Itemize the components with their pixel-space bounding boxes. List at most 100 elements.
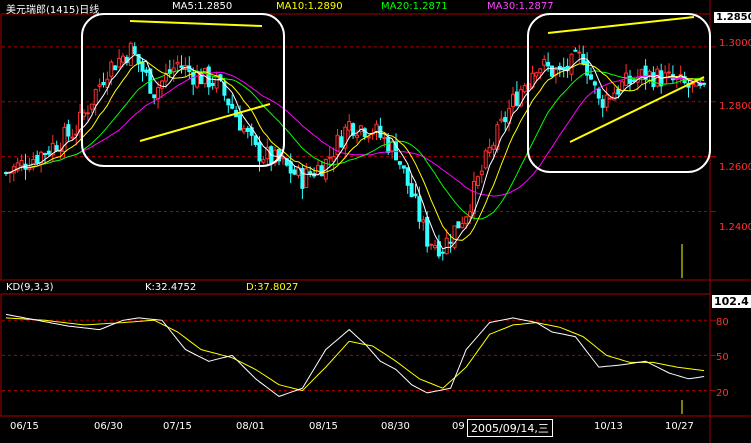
candle-body xyxy=(238,114,242,131)
candle-body xyxy=(401,165,406,169)
candle-body xyxy=(175,61,180,65)
d-line xyxy=(5,317,705,392)
candle-body xyxy=(448,241,453,244)
chart-title: 美元瑞郎(1415)日线 xyxy=(6,5,100,16)
kd-tick-80: 80 xyxy=(716,317,729,328)
price-panel-frame xyxy=(0,13,711,281)
date-tick-1: 06/15 xyxy=(10,421,39,432)
candle-body xyxy=(144,69,149,73)
trendline-top-left xyxy=(129,20,263,27)
candle-body xyxy=(140,61,145,72)
candle-body xyxy=(421,219,426,223)
candle-body xyxy=(97,84,102,88)
candle-body xyxy=(121,55,125,63)
candle-body xyxy=(199,71,203,85)
candle-body xyxy=(491,144,496,150)
candle-body xyxy=(573,49,578,52)
candle-body xyxy=(191,72,196,85)
candle-body xyxy=(339,136,344,148)
candle-body xyxy=(70,136,75,139)
candle-body xyxy=(62,126,67,153)
ma10-value: MA10:1.2890 xyxy=(276,1,343,12)
candle-body xyxy=(569,53,574,75)
candle-body xyxy=(101,81,106,86)
chart-window: 美元瑞郎(1415)日线 MA5:1.2850 MA10:1.2890 MA20… xyxy=(0,0,751,443)
current-price-label: 1.2850 xyxy=(714,12,751,23)
date-tick-2: 06/30 xyxy=(94,421,123,432)
candle-body xyxy=(355,134,359,138)
candle-body xyxy=(522,85,527,93)
candle-body xyxy=(117,57,122,68)
kd-current-label: 102.4 xyxy=(712,295,751,308)
candle-body xyxy=(89,103,94,110)
candle-body xyxy=(440,251,445,254)
candle-body xyxy=(429,243,434,246)
candle-body xyxy=(54,145,59,152)
candle-body xyxy=(319,165,324,177)
candle-body xyxy=(577,51,582,54)
k-value: K:32.4752 xyxy=(145,282,197,293)
ma20-value: MA20:1.2871 xyxy=(381,1,448,12)
ma30-value: MA30:1.2877 xyxy=(487,1,554,12)
candle-body xyxy=(66,124,71,137)
candle-body xyxy=(156,87,161,100)
candle-body xyxy=(538,68,543,74)
candle-body xyxy=(612,92,617,101)
candle-body xyxy=(160,80,164,89)
candle-body xyxy=(546,61,551,67)
ma5-value: MA5:1.2850 xyxy=(172,1,233,12)
candle-body xyxy=(179,65,184,68)
candle-body xyxy=(604,94,609,108)
candle-body xyxy=(257,142,262,162)
candle-body xyxy=(327,156,332,159)
kd-title: KD(9,3,3) xyxy=(6,282,54,293)
candle-body xyxy=(511,93,515,108)
price-tick-4: 1.2400 xyxy=(719,222,751,233)
candle-body xyxy=(128,42,133,66)
candle-body xyxy=(592,81,597,86)
candle-body xyxy=(386,137,391,153)
candle-body xyxy=(46,150,51,155)
candle-body xyxy=(589,74,593,80)
candle-body xyxy=(667,71,671,74)
candle-body xyxy=(113,65,118,71)
chart-canvas[interactable] xyxy=(0,0,751,443)
candle-body xyxy=(93,89,98,106)
candle-body xyxy=(27,167,32,171)
candle-body xyxy=(433,245,437,249)
candle-body xyxy=(475,176,480,186)
candle-body xyxy=(628,75,632,84)
candle-body xyxy=(460,222,465,228)
candle-body xyxy=(206,66,211,88)
candle-body xyxy=(464,216,469,225)
candle-body xyxy=(444,237,449,255)
date-tick-9: 10/27 xyxy=(665,421,694,432)
candle-body xyxy=(581,53,586,65)
trendline-top-right xyxy=(547,16,695,34)
date-tick-3: 07/15 xyxy=(163,421,192,432)
candle-body xyxy=(499,118,504,122)
candle-body xyxy=(550,65,554,77)
date-tick-6: 08/30 xyxy=(381,421,410,432)
date-tick-4: 08/01 xyxy=(236,421,265,432)
candle-body xyxy=(245,127,250,132)
date-tick-5: 08/15 xyxy=(309,421,338,432)
candle-body xyxy=(479,170,484,176)
candle-body xyxy=(308,171,313,175)
candle-body xyxy=(382,137,387,140)
candle-body xyxy=(647,70,652,77)
ma10-line xyxy=(5,60,705,241)
candle-body xyxy=(596,88,601,99)
candle-body xyxy=(43,153,47,156)
ma5-line xyxy=(5,54,705,250)
candle-body xyxy=(316,165,320,176)
candle-body xyxy=(132,46,137,55)
candle-body xyxy=(366,136,371,139)
candle-body xyxy=(226,98,231,106)
candle-body xyxy=(413,193,418,197)
candle-body xyxy=(514,91,519,106)
candle-body xyxy=(534,72,539,77)
date-tick-8: 10/13 xyxy=(594,421,623,432)
candle-body xyxy=(620,81,625,92)
candle-body xyxy=(425,216,430,247)
